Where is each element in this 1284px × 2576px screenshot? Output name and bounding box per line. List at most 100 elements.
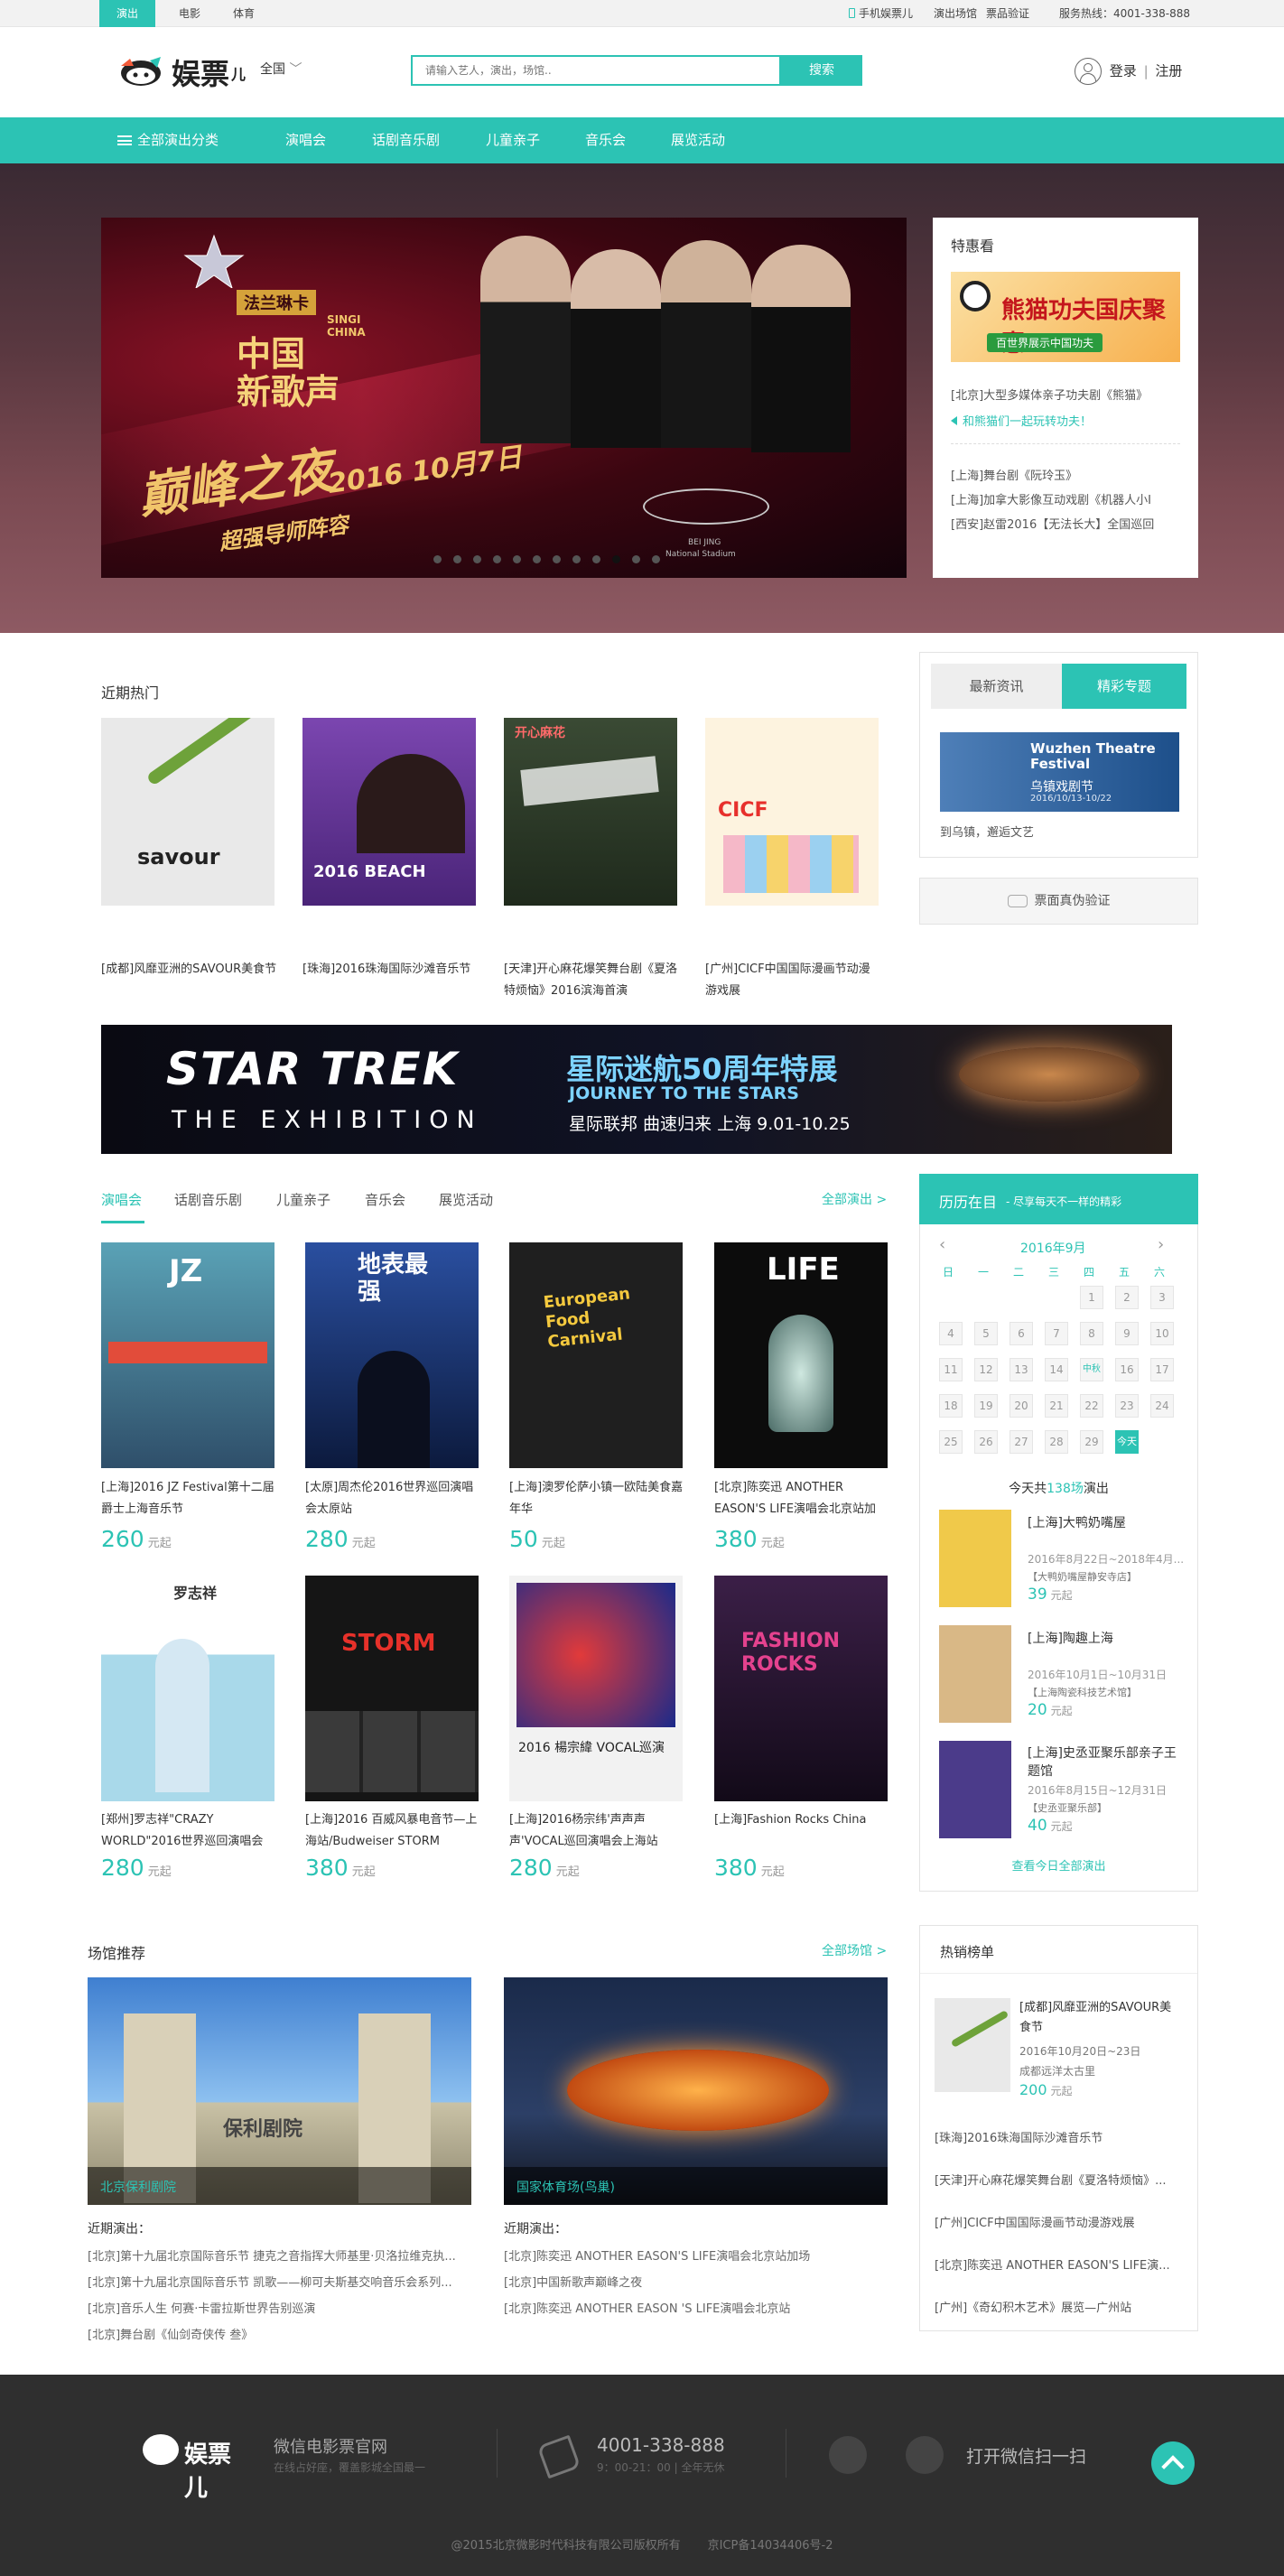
show-tab-music[interactable]: 音乐会 <box>365 1190 405 1209</box>
search-input[interactable] <box>413 57 779 84</box>
carousel-dot[interactable] <box>533 555 541 563</box>
nav-kids[interactable]: 儿童亲子 <box>486 117 540 163</box>
nav-all-categories[interactable]: 全部演出分类 <box>117 117 219 163</box>
calendar-event[interactable]: [上海]大鸭奶嘴屋 2016年8月22日~2018年4月... 【大鸭奶嘴屋静安… <box>939 1510 1184 1611</box>
calendar-day[interactable]: 25 <box>939 1430 963 1454</box>
calendar-day[interactable]: 中秋 <box>1080 1358 1103 1381</box>
venue-show-link[interactable]: [北京]舞台剧《仙剑奇侠传 叁》 <box>88 2325 476 2342</box>
calendar-day[interactable]: 23 <box>1115 1394 1139 1418</box>
ranking-item[interactable]: [广州]《奇幻积木艺术》展览—广州站 <box>935 2298 1187 2315</box>
show-tab-kids[interactable]: 儿童亲子 <box>276 1190 330 1209</box>
calendar-day[interactable]: 24 <box>1150 1394 1174 1418</box>
show-poster[interactable]: 罗志祥 <box>101 1576 274 1801</box>
show-caption[interactable]: [上海]澳罗伦萨小镇一欧陆美食嘉年华 <box>509 1477 686 1520</box>
ranking-item[interactable]: [天津]开心麻花爆笑舞台剧《夏洛特烦恼》... <box>935 2171 1187 2188</box>
verify-ticket-button[interactable]: 票面真伪验证 <box>919 878 1198 925</box>
calendar-day[interactable]: 27 <box>1010 1430 1033 1454</box>
show-poster[interactable]: 2016 楊宗緯 VOCAL巡演 <box>509 1576 683 1801</box>
footer-logo[interactable]: 娱票儿 <box>143 2431 251 2502</box>
calendar-next[interactable]: › <box>1158 1235 1164 1254</box>
all-shows-link[interactable]: 全部演出 > <box>822 1190 887 1208</box>
hot-poster[interactable]: CICF <box>705 718 879 906</box>
register-link[interactable]: 注册 <box>1155 63 1182 79</box>
back-to-top-button[interactable] <box>1151 2441 1195 2485</box>
login-link[interactable]: 登录 <box>1110 63 1137 79</box>
calendar-event[interactable]: [上海]史丞亚聚乐部亲子王题馆 2016年8月15日~12月31日 【史丞亚聚乐… <box>939 1741 1183 1842</box>
festival-banner[interactable]: Wuzhen Theatre Festival 乌镇戏剧节 2016/10/13… <box>940 732 1179 812</box>
show-caption[interactable]: [上海]2016 JZ Festival第十二届爵士上海音乐节 <box>101 1477 278 1520</box>
venue-show-link[interactable]: [北京]陈奕迅 ANOTHER EASON'S LIFE演唱会北京站加场 <box>504 2246 892 2264</box>
show-poster[interactable]: STORM <box>305 1576 479 1801</box>
calendar-day[interactable]: 18 <box>939 1394 963 1418</box>
nav-exhibition[interactable]: 展览活动 <box>671 117 725 163</box>
venues-link[interactable]: 演出场馆 <box>934 0 977 27</box>
carousel-dot[interactable] <box>592 555 600 563</box>
calendar-day[interactable]: 16 <box>1115 1358 1139 1381</box>
special-offer-link[interactable]: [北京]大型多媒体亲子功夫剧《熊猫》 <box>951 386 1180 403</box>
show-caption[interactable]: [太原]周杰伦2016世界巡回演唱会太原站 <box>305 1477 482 1520</box>
nav-concert[interactable]: 演唱会 <box>285 117 326 163</box>
carousel-dot[interactable] <box>433 555 442 563</box>
venue-show-link[interactable]: [北京]第十九届北京国际音乐节 捷克之音指挥大师基里·贝洛拉维克执... <box>88 2246 476 2264</box>
calendar-day[interactable]: 13 <box>1010 1358 1033 1381</box>
calendar-day[interactable]: 今天 <box>1115 1430 1139 1454</box>
calendar-day[interactable]: 12 <box>974 1358 998 1381</box>
ranking-top-item[interactable]: [成都]风靡亚洲的SAVOUR美食节 2016年10月20日~23日 成都远洋太… <box>935 1998 1187 2098</box>
tab-news[interactable]: 最新资讯 <box>931 664 1062 709</box>
show-caption[interactable]: [上海]Fashion Rocks China <box>714 1809 891 1853</box>
hero-banner[interactable]: 法兰琳卡 SINGI CHINA 中国 新歌声 巅峰之夜 2016 10月7日 … <box>101 218 907 578</box>
show-caption[interactable]: [北京]陈奕迅 ANOTHER EASON'S LIFE演唱会北京站加 <box>714 1477 891 1520</box>
calendar-day[interactable]: 11 <box>939 1358 963 1381</box>
calendar-day[interactable]: 22 <box>1080 1394 1103 1418</box>
calendar-day[interactable]: 29 <box>1080 1430 1103 1454</box>
show-poster[interactable]: FASHION ROCKS <box>714 1576 888 1801</box>
calendar-day[interactable]: 5 <box>974 1322 998 1345</box>
special-offer-link[interactable]: [上海]舞台剧《阮玲玉》 <box>951 466 1180 483</box>
calendar-day[interactable]: 6 <box>1010 1322 1033 1345</box>
hot-caption[interactable]: [天津]开心麻花爆笑舞台剧《夏洛特烦恼》2016滨海首演 <box>504 959 680 1002</box>
ranking-item[interactable]: [广州]CICF中国国际漫画节动漫游戏展 <box>935 2213 1187 2230</box>
carousel-dot[interactable] <box>632 555 640 563</box>
calendar-prev[interactable]: ‹ <box>939 1235 945 1254</box>
verify-link[interactable]: 票品验证 <box>986 0 1029 27</box>
tab-performance[interactable]: 演出 <box>99 0 155 27</box>
tab-movie[interactable]: 电影 <box>167 0 212 27</box>
calendar-day[interactable]: 26 <box>974 1430 998 1454</box>
carousel-dot[interactable] <box>493 555 501 563</box>
carousel-dot[interactable] <box>572 555 581 563</box>
calendar-day[interactable]: 21 <box>1045 1394 1068 1418</box>
show-caption[interactable]: [郑州]罗志祥"CRAZY WORLD"2016世界巡回演唱会 <box>101 1809 278 1853</box>
venue-photo[interactable]: 国家体育场(鸟巢) <box>504 1977 888 2205</box>
hot-poster[interactable]: 开心麻花 <box>504 718 677 906</box>
calendar-day[interactable]: 7 <box>1045 1322 1068 1345</box>
show-tab-drama[interactable]: 话剧音乐剧 <box>174 1190 242 1209</box>
carousel-dot-active[interactable] <box>612 555 620 563</box>
carousel-dot[interactable] <box>652 555 660 563</box>
venue-show-link[interactable]: [北京]音乐人生 何赛·卡雷拉斯世界告别巡演 <box>88 2299 476 2316</box>
calendar-day[interactable]: 20 <box>1010 1394 1033 1418</box>
all-venues-link[interactable]: 全部场馆 > <box>822 1941 887 1959</box>
calendar-day[interactable]: 28 <box>1045 1430 1068 1454</box>
city-selector[interactable]: 全国 ﹀ <box>260 60 302 78</box>
calendar-day[interactable]: 2 <box>1115 1286 1139 1309</box>
hot-poster[interactable]: 2016 BEACH <box>302 718 476 906</box>
tab-feature[interactable]: 精彩专题 <box>1062 664 1186 709</box>
scan-icon[interactable] <box>906 2436 944 2474</box>
search-button[interactable]: 搜索 <box>781 55 862 86</box>
calendar-day[interactable]: 14 <box>1045 1358 1068 1381</box>
show-caption[interactable]: [上海]2016 百威风暴电音节—上海站/Budweiser STORM <box>305 1809 482 1853</box>
ranking-item[interactable]: [北京]陈奕迅 ANOTHER EASON'S LIFE演... <box>935 2255 1187 2273</box>
hot-poster[interactable]: savour <box>101 718 274 906</box>
calendar-day[interactable]: 17 <box>1150 1358 1174 1381</box>
calendar-day[interactable]: 9 <box>1115 1322 1139 1345</box>
special-offer-link[interactable]: [西安]赵雷2016【无法长大】全国巡回 <box>951 515 1180 532</box>
ranking-item[interactable]: [珠海]2016珠海国际沙滩音乐节 <box>935 2128 1187 2145</box>
hot-caption[interactable]: [广州]CICF中国国际漫画节动漫游戏展 <box>705 959 881 1002</box>
star-trek-banner[interactable]: STAR TREK THE EXHIBITION 星际迷航50周年特展 JOUR… <box>101 1025 1172 1154</box>
calendar-event[interactable]: [上海]陶趣上海 2016年10月1日~10月31日 【上海陶瓷科技艺术馆】 2… <box>939 1625 1183 1726</box>
all-today-link[interactable]: 查看今日全部演出 <box>919 1856 1198 1874</box>
show-poster[interactable]: JZ <box>101 1242 274 1468</box>
wechat-icon[interactable] <box>829 2436 867 2474</box>
carousel-dot[interactable] <box>553 555 561 563</box>
mobile-link[interactable]: 手机娱票儿 <box>849 0 913 27</box>
